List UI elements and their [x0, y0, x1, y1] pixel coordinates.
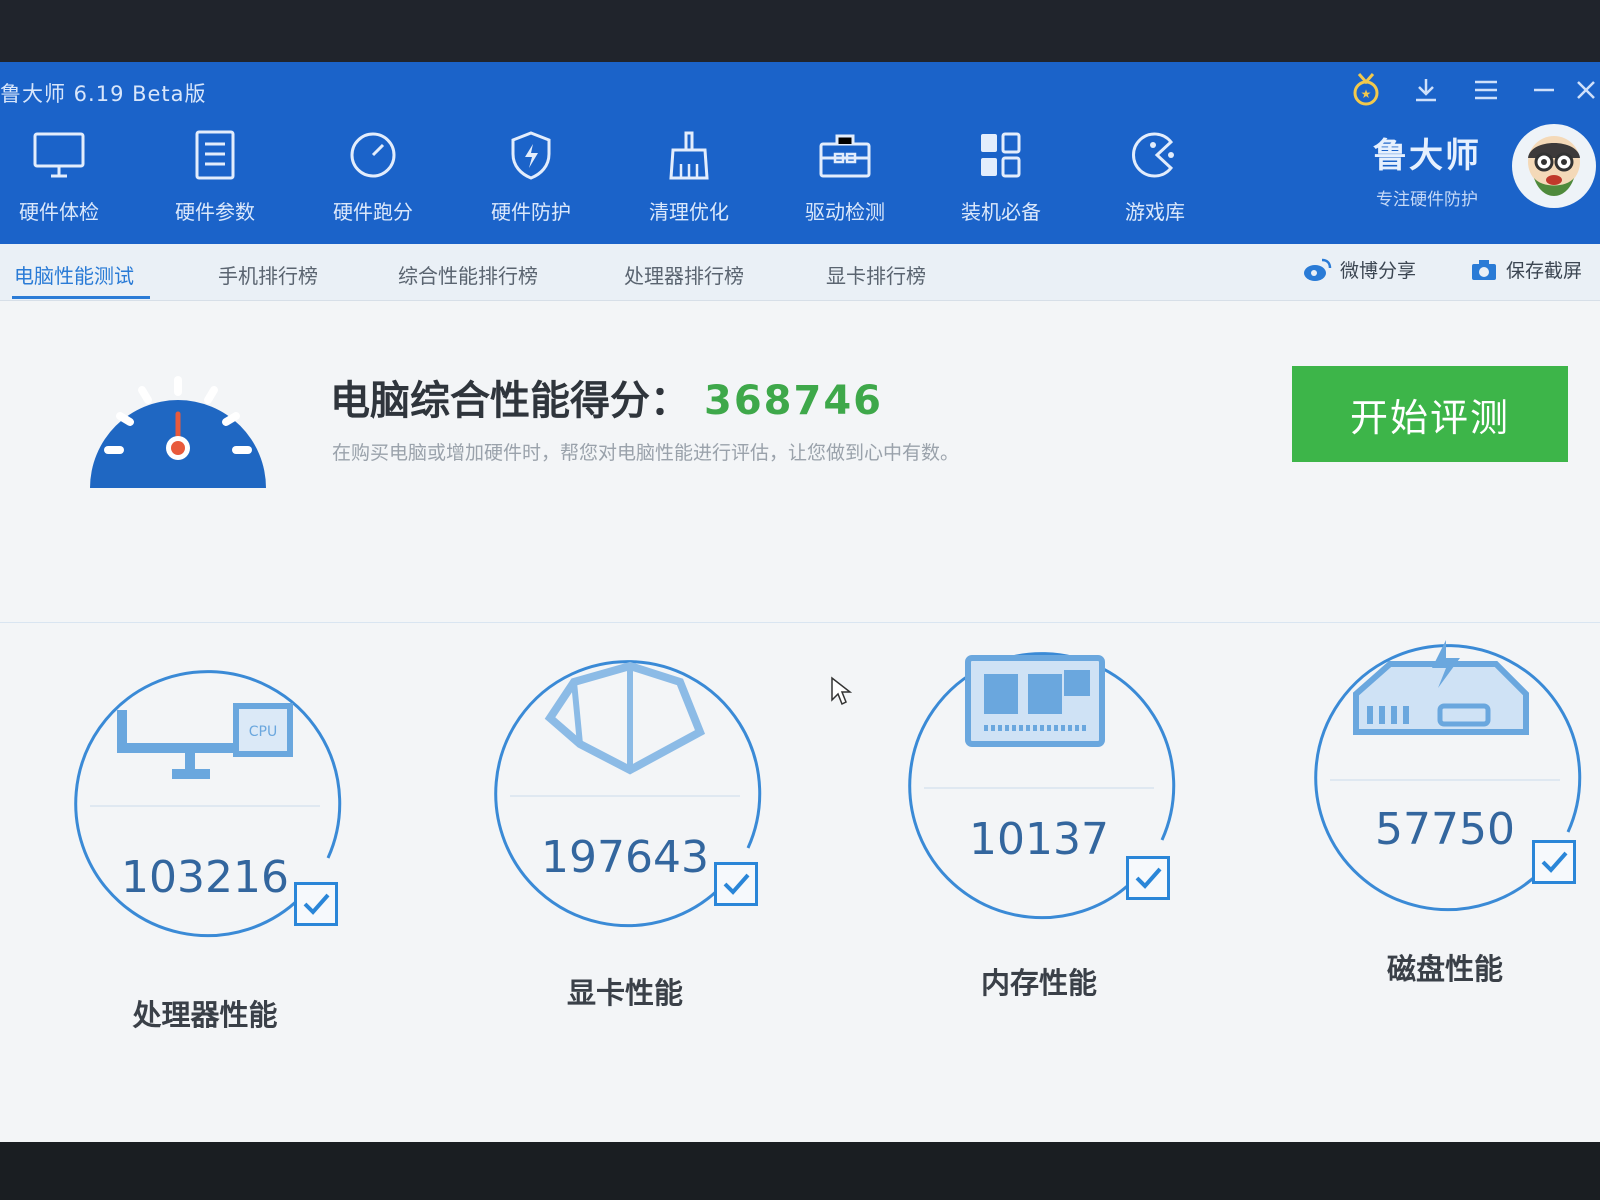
tab-gpu-ranking[interactable]: 显卡排行榜 [826, 260, 926, 289]
cpu-label: 处理器性能 [132, 998, 278, 1032]
tab-pc-performance[interactable]: 电脑性能测试 [14, 260, 134, 289]
disk-label: 磁盘性能 [1386, 952, 1503, 986]
title-bar: 鲁大师 6.19 Beta版 ★ [0, 62, 1600, 120]
gauge-icon [90, 376, 266, 488]
list-icon [195, 130, 235, 180]
metric-gpu[interactable]: 197643 显卡性能 [490, 652, 790, 1052]
tool-benchmark[interactable]: 硬件跑分 [318, 130, 428, 235]
total-score: 368746 [704, 378, 883, 424]
weibo-share-button[interactable]: 微博分享 [1302, 256, 1416, 283]
cpu-checkbox[interactable] [294, 882, 338, 926]
download-icon[interactable] [1406, 72, 1446, 108]
minimize-icon[interactable] [1526, 72, 1562, 108]
speedometer-icon [350, 132, 396, 178]
disk-checkbox[interactable] [1532, 840, 1576, 884]
score-description: 在购买电脑或增加硬件时，帮您对电脑性能进行评估，让您做到心中有数。 [332, 442, 960, 464]
brand-slogan: 专注硬件防护 [1376, 190, 1478, 210]
score-heading: 电脑综合性能得分： 368746 [330, 368, 883, 426]
svg-text:★: ★ [1361, 87, 1372, 101]
tool-driver[interactable]: 驱动检测 [790, 130, 900, 235]
brand-name: 鲁大师 [1373, 136, 1481, 176]
tool-essentials[interactable]: 装机必备 [946, 130, 1056, 235]
broom-icon [669, 131, 709, 180]
tab-bar: 电脑性能测试 手机排行榜 综合性能排行榜 处理器排行榜 显卡排行榜 微博分享 保… [0, 244, 1600, 301]
game-icon [1132, 132, 1174, 178]
brand-logo: 鲁大师 专注硬件防护 [1352, 128, 1502, 210]
menu-icon[interactable] [1466, 72, 1506, 108]
save-screenshot-button[interactable]: 保存截屏 [1470, 256, 1582, 283]
memory-checkbox[interactable] [1126, 856, 1170, 900]
app-window: 鲁大师 6.19 Beta版 ★ 硬件体检 硬件参数 硬件跑分 硬件防护 清理优… [0, 62, 1600, 1142]
metric-cpu[interactable]: CPU 103216 处理器性能 [70, 662, 370, 1062]
score-label: 电脑综合性能得分： [330, 378, 690, 424]
tool-label: 硬件防护 [491, 200, 571, 224]
gpu-label: 显卡性能 [566, 976, 683, 1010]
apps-icon [981, 132, 1021, 178]
camera-icon [1472, 259, 1496, 280]
main-toolbar: 硬件体检 硬件参数 硬件跑分 硬件防护 清理优化 驱动检测 装机必备 游戏库 鲁… [0, 120, 1600, 244]
weibo-icon [1304, 258, 1332, 281]
tool-cleanup[interactable]: 清理优化 [634, 130, 744, 235]
memory-label: 内存性能 [980, 966, 1097, 1000]
shield-icon [511, 131, 551, 180]
toolbox-icon [819, 134, 871, 178]
tool-protection[interactable]: 硬件防护 [476, 130, 586, 235]
tool-label: 装机必备 [961, 200, 1041, 224]
desktop-background [0, 1142, 1600, 1200]
gpu-checkbox[interactable] [714, 862, 758, 906]
tool-label: 硬件跑分 [333, 200, 413, 224]
start-test-button[interactable]: 开始评测 [1292, 366, 1568, 462]
tool-label: 清理优化 [649, 200, 729, 224]
tool-label: 硬件参数 [175, 200, 255, 224]
tool-label: 游戏库 [1125, 200, 1185, 224]
window-title: 鲁大师 6.19 Beta版 [0, 82, 207, 106]
medal-icon[interactable]: ★ [1346, 72, 1386, 108]
tab-overall-ranking[interactable]: 综合性能排行榜 [398, 260, 538, 289]
active-tab-indicator [12, 296, 150, 299]
tool-label: 驱动检测 [805, 200, 885, 224]
monitor-icon [33, 132, 85, 178]
tool-label: 硬件体检 [19, 200, 99, 224]
metric-memory[interactable]: 10137 内存性能 [904, 644, 1204, 1044]
metric-disk[interactable]: 57750 磁盘性能 [1310, 636, 1600, 1036]
avatar[interactable] [1512, 124, 1596, 208]
tool-game-library[interactable]: 游戏库 [1100, 130, 1210, 235]
tab-phone-ranking[interactable]: 手机排行榜 [218, 260, 318, 289]
section-divider [0, 622, 1600, 623]
weibo-share-label: 微博分享 [1340, 260, 1417, 282]
svg-text:CPU: CPU [249, 724, 277, 740]
score-panel: 电脑综合性能得分： 368746 在购买电脑或增加硬件时，帮您对电脑性能进行评估，… [0, 300, 1600, 550]
tab-cpu-ranking[interactable]: 处理器排行榜 [624, 260, 744, 289]
save-screenshot-label: 保存截屏 [1506, 260, 1583, 282]
tool-hardware-params[interactable]: 硬件参数 [160, 130, 270, 235]
mouse-cursor-icon [831, 676, 852, 706]
tool-hardware-check[interactable]: 硬件体检 [4, 130, 114, 235]
close-icon[interactable] [1572, 72, 1600, 108]
